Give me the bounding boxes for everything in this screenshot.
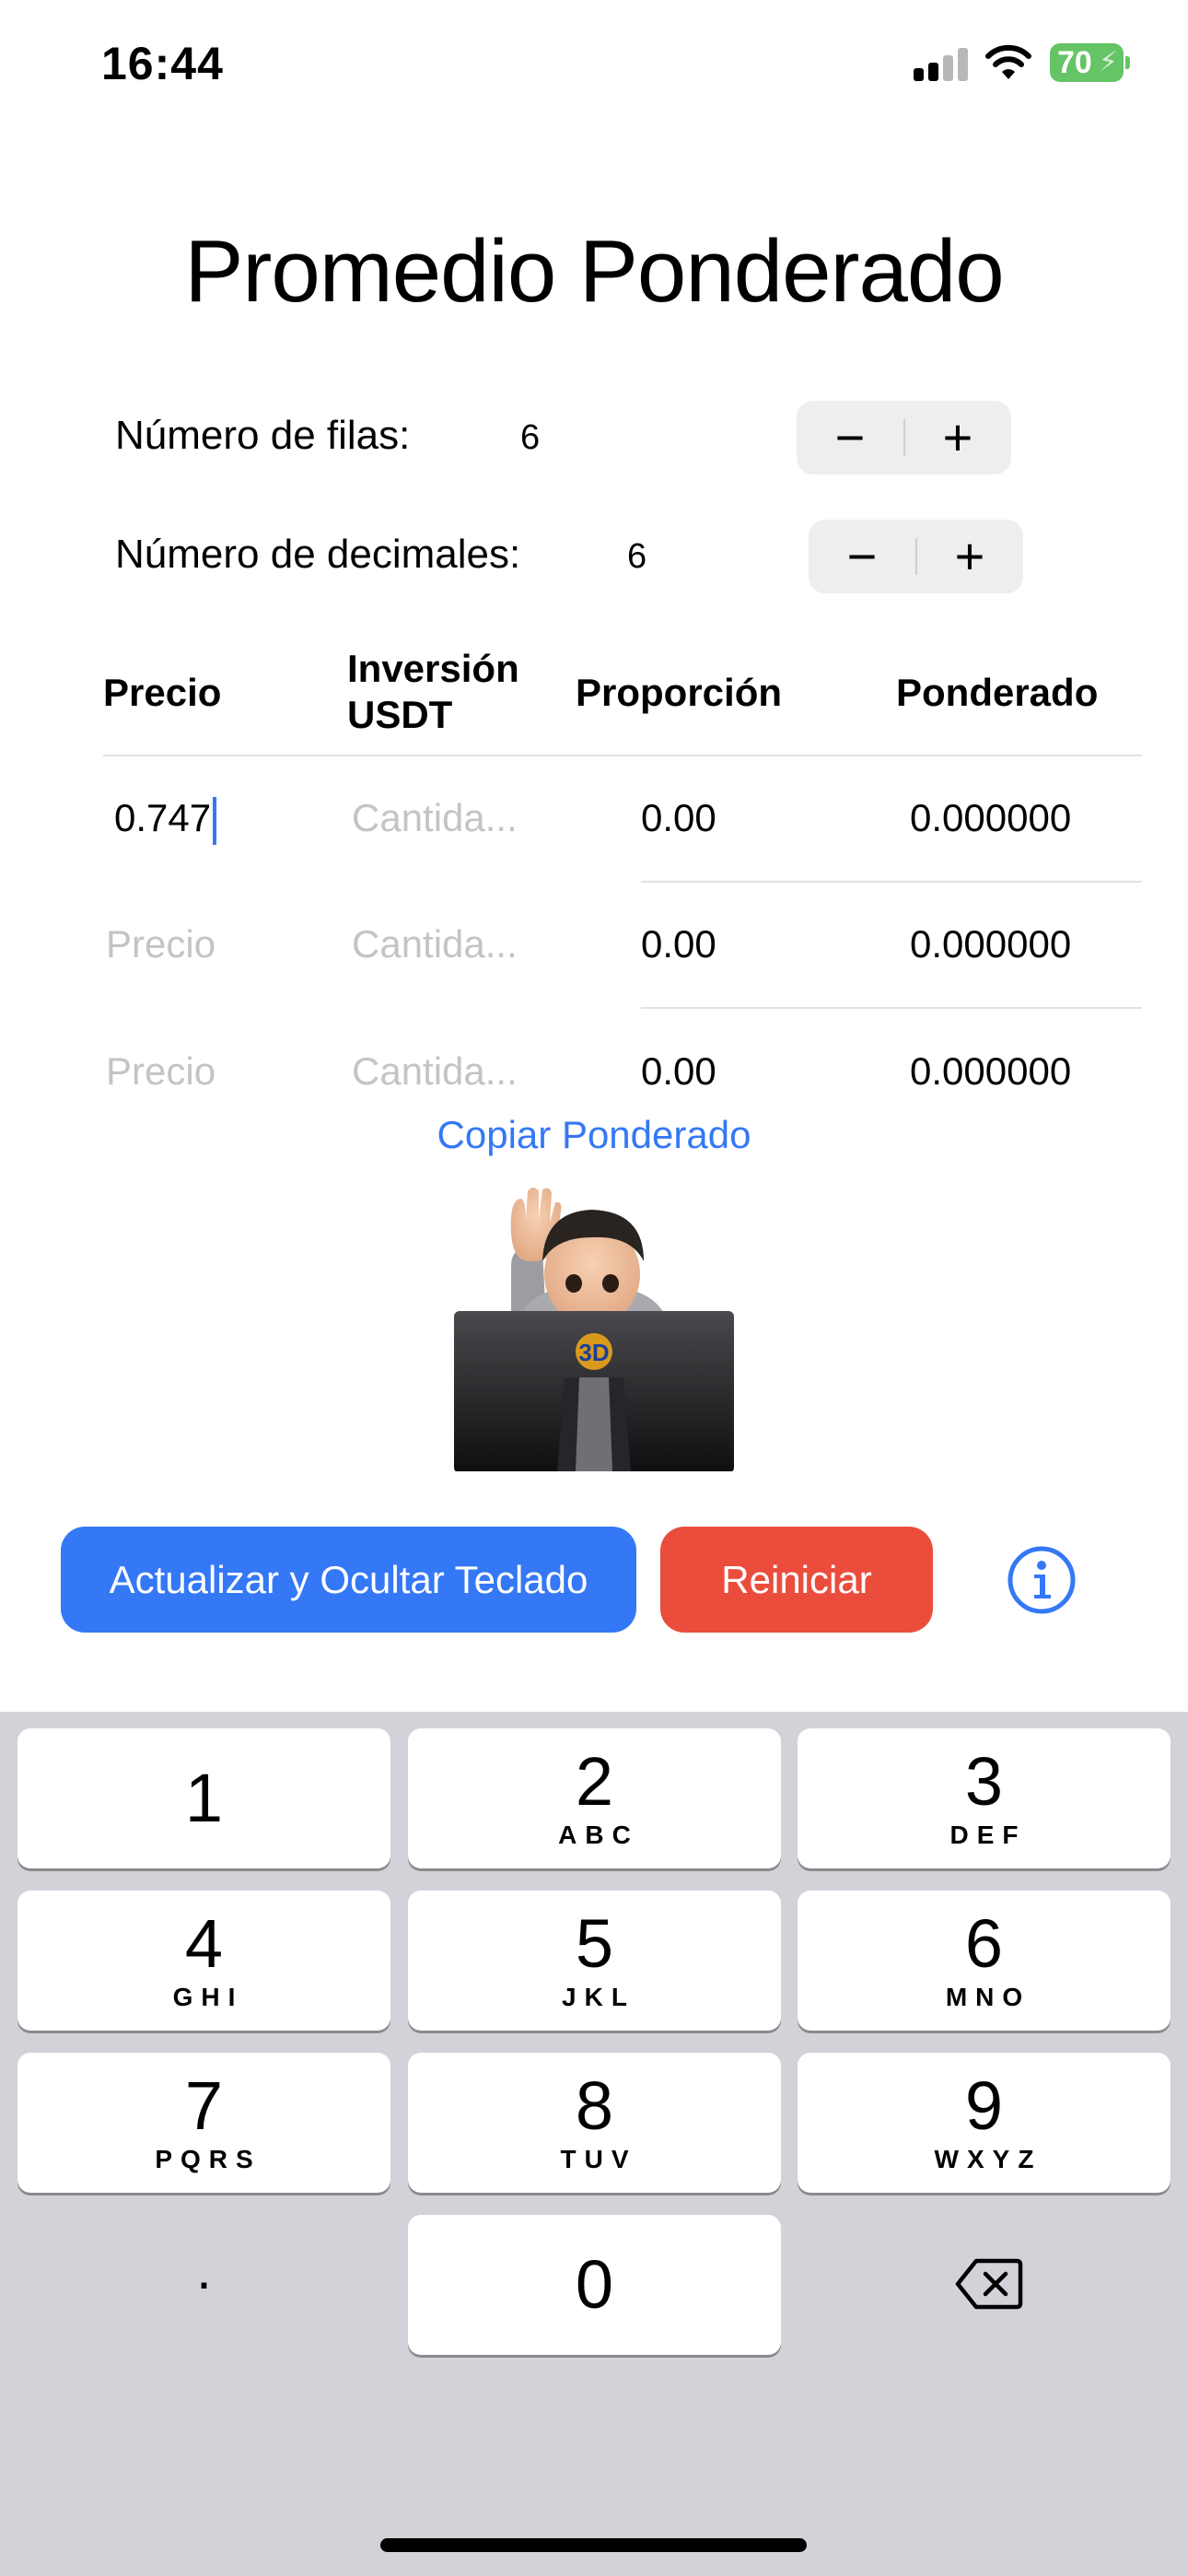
key-7[interactable]: 7 PQRS [17, 2053, 390, 2193]
key-5[interactable]: 5 JKL [408, 1891, 781, 2031]
wifi-icon [985, 44, 1031, 79]
decimals-increment-button[interactable]: + [916, 520, 1023, 593]
header-proportion: Proporción [576, 671, 783, 714]
update-hide-keyboard-button[interactable]: Actualizar y Ocultar Teclado [61, 1527, 636, 1633]
key-6[interactable]: 6 MNO [798, 1891, 1171, 2031]
rows-increment-button[interactable]: + [904, 401, 1011, 474]
key-digit: 4 [184, 1905, 224, 1982]
key-letters: PQRS [155, 2145, 262, 2173]
illustration-badge-text: 3D [578, 1339, 609, 1366]
header-investment: Inversión USDT [347, 646, 519, 738]
rows-label: Número de filas: [115, 413, 411, 458]
memoji-computer-illustration: 3D [454, 1188, 734, 1471]
header-investment-line2: USDT [347, 693, 453, 736]
decimals-value: 6 [627, 537, 647, 576]
key-digit: 0 [575, 2246, 614, 2323]
key-digit: 8 [575, 2067, 614, 2144]
rows-value: 6 [520, 418, 541, 457]
battery-cap [1125, 56, 1130, 69]
home-indicator [380, 2538, 807, 2552]
status-time: 16:44 [101, 38, 224, 89]
row-divider [641, 1007, 1142, 1009]
key-letters: ABC [558, 1821, 639, 1849]
key-digit: 5 [575, 1905, 614, 1982]
key-letters: JKL [562, 1983, 635, 2011]
status-bar: 16:44 70 ⚡ [0, 0, 1188, 129]
battery-charging-icon: 70 ⚡ [1050, 43, 1124, 82]
header-price: Precio [103, 671, 222, 714]
reset-button[interactable]: Reiniciar [660, 1527, 933, 1633]
key-3[interactable]: 3 DEF [798, 1728, 1171, 1868]
rows-decrement-button[interactable]: − [797, 401, 903, 474]
key-digit: 7 [184, 2067, 224, 2144]
price-input-row-3[interactable]: Precio [106, 1048, 215, 1095]
bolt-icon: ⚡ [1098, 47, 1118, 77]
battery-level: 70 [1057, 45, 1092, 80]
rows-stepper: − + [797, 401, 1011, 474]
key-letters: MNO [945, 1983, 1031, 2011]
key-9[interactable]: 9 WXYZ [798, 2053, 1171, 2193]
weighted-row-2: 0.000000 [910, 922, 1072, 966]
key-letters: WXYZ [934, 2145, 1042, 2173]
page-title: Promedio Ponderado [184, 222, 1004, 321]
key-letters: GHI [172, 1983, 244, 2011]
header-divider [103, 755, 1142, 756]
proportion-row-1: 0.00 [641, 796, 716, 839]
text-cursor [213, 796, 217, 845]
amount-input-row-2[interactable]: Cantida... [352, 921, 518, 967]
backspace-icon [955, 2258, 1023, 2310]
key-1[interactable]: 1 [17, 1728, 390, 1868]
header-weighted: Ponderado [896, 671, 1099, 714]
price-input-value: 0.747 [114, 796, 212, 839]
cellular-signal-icon [914, 46, 969, 81]
amount-input-row-1[interactable]: Cantida... [352, 795, 518, 841]
decimals-label: Número de decimales: [115, 532, 521, 577]
key-8[interactable]: 8 TUV [408, 2053, 781, 2193]
amount-input-row-3[interactable]: Cantida... [352, 1048, 518, 1095]
key-decimal-point[interactable]: . [17, 2215, 390, 2355]
key-4[interactable]: 4 GHI [17, 1891, 390, 2031]
key-backspace[interactable] [798, 2215, 1171, 2355]
key-letters: DEF [949, 1821, 1027, 1849]
decimals-stepper: − + [809, 520, 1023, 593]
weighted-row-3: 0.000000 [910, 1049, 1072, 1093]
decimals-decrement-button[interactable]: − [809, 520, 915, 593]
weighted-row-1: 0.000000 [910, 796, 1072, 839]
price-input-row-1[interactable]: 0.747 [114, 795, 217, 845]
key-2[interactable]: 2 ABC [408, 1728, 781, 1868]
key-digit: 6 [964, 1905, 1004, 1982]
numeric-keypad: 1 2 ABC 3 DEF 4 GHI 5 JKL 6 MNO 7 PQRS 8… [0, 1712, 1188, 2576]
proportion-row-2: 0.00 [641, 922, 716, 966]
info-circle-icon[interactable] [1007, 1545, 1077, 1615]
key-letters: TUV [560, 2145, 637, 2173]
key-digit: 2 [575, 1743, 614, 1820]
key-digit: 9 [964, 2067, 1004, 2144]
copy-weighted-link[interactable]: Copiar Ponderado [0, 1113, 1188, 1157]
proportion-row-3: 0.00 [641, 1049, 716, 1093]
key-0[interactable]: 0 [408, 2215, 781, 2355]
key-digit: 3 [964, 1743, 1004, 1820]
row-divider [641, 881, 1142, 883]
key-digit: 1 [184, 1760, 224, 1836]
price-input-row-2[interactable]: Precio [106, 921, 215, 967]
header-investment-line1: Inversión [347, 647, 519, 690]
